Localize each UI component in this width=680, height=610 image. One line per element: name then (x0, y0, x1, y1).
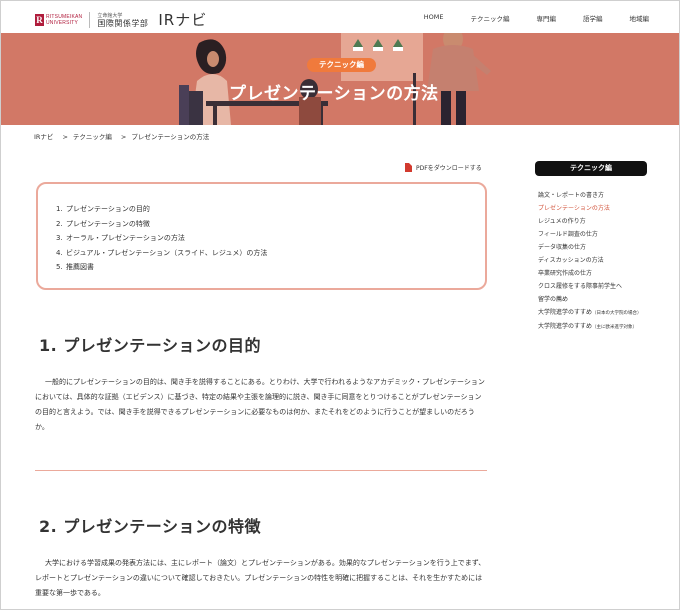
nav-region[interactable]: 地域編 (630, 13, 650, 23)
toc-number: 4. (56, 248, 63, 257)
sidebar-item-label: レジュメの作り方 (538, 218, 586, 225)
site-name: IRナビ (158, 11, 208, 29)
toc-label: ビジュアル・プレゼンテーション（スライド、レジュメ）の方法 (66, 248, 268, 257)
sidebar-heading: テクニック編 (535, 161, 647, 176)
sidebar-item-label: データ収集の仕方 (538, 244, 587, 251)
site-header: R RITSUMEIKAN UNIVERSITY 立命館大学 国際関係学部 IR… (1, 1, 679, 33)
toc-item[interactable]: 5. 推薦図書 (56, 260, 485, 275)
toc-number: 2. (56, 219, 63, 228)
logo-divider (89, 11, 91, 28)
sidebar-item[interactable]: 大学院進学のすすめ（主に欧米進学対象） (538, 320, 650, 334)
sidebar-item[interactable]: データ収集の仕方 (538, 241, 650, 254)
section-heading-features: 2. プレゼンテーションの特徴 (39, 517, 261, 536)
sidebar-item-active[interactable]: プレゼンテーションの方法 (538, 202, 650, 215)
breadcrumb-current: プレゼンテーションの方法 (131, 133, 210, 141)
breadcrumb-separator: > (120, 133, 127, 141)
sidebar-item-label: 卒業研究作成の仕方 (538, 270, 593, 277)
site-logo[interactable]: R RITSUMEIKAN UNIVERSITY 立命館大学 国際関係学部 IR… (35, 9, 207, 30)
nav-technique[interactable]: テクニック編 (471, 13, 510, 23)
hero-banner: テクニック編 プレゼンテーションの方法 (1, 33, 679, 125)
ritsumeikan-logo: R RITSUMEIKAN UNIVERSITY (35, 13, 82, 26)
faculty-name: 国際関係学部 (97, 18, 149, 28)
toc-item[interactable]: 1. プレゼンテーションの目的 (56, 202, 485, 217)
ritsumeikan-r-icon: R (35, 13, 44, 26)
toc-label: 推薦図書 (66, 263, 94, 271)
toc-label: オーラル・プレゼンテーションの方法 (66, 234, 185, 242)
page-title: プレゼンテーションの方法 (229, 84, 439, 104)
sidebar-item[interactable]: 論文・レポートの書き方 (538, 189, 650, 202)
section-divider (35, 470, 487, 471)
section-body-purpose: 一般的にプレゼンテーションの目的は、聞き手を説得することにある。とりわけ、大学で… (35, 378, 485, 431)
toc-item[interactable]: 4. ビジュアル・プレゼンテーション（スライド、レジュメ）の方法 (56, 246, 485, 261)
nav-home[interactable]: HOME (424, 13, 444, 23)
brand-en-line2: UNIVERSITY (46, 19, 79, 26)
pdf-download-label: PDFをダウンロードする (416, 165, 482, 172)
breadcrumb: IRナビ > テクニック編 > プレゼンテーションの方法 (34, 131, 213, 141)
toc-label: プレゼンテーションの目的 (66, 205, 150, 213)
sidebar-item-label: ディスカッションの方法 (538, 257, 604, 264)
sidebar-item-label: フィールド調査の仕方 (538, 231, 598, 238)
table-of-contents: 1. プレゼンテーションの目的 2. プレゼンテーションの特徴 3. オーラル・プレゼ… (36, 182, 487, 290)
page-frame: R RITSUMEIKAN UNIVERSITY 立命館大学 国際関係学部 IR… (0, 0, 680, 610)
toc-item[interactable]: 2. プレゼンテーションの特徴 (56, 217, 485, 232)
sidebar-item-label: クロス履修をする際事前学生へ (538, 283, 623, 290)
breadcrumb-home[interactable]: IRナビ (34, 133, 53, 141)
sidebar-list: 論文・レポートの書き方 プレゼンテーションの方法 レジュメの作り方 フィールド調… (538, 189, 650, 334)
sidebar-item-note: （日本の大学院の場合） (592, 311, 642, 316)
sidebar-item[interactable]: レジュメの作り方 (538, 215, 650, 228)
breadcrumb-separator: > (62, 133, 68, 141)
pdf-icon (405, 163, 412, 172)
toc-number: 5. (56, 263, 63, 271)
sidebar-item[interactable]: クロス履修をする際事前学生へ (538, 280, 650, 293)
main-nav: HOME テクニック編 専門編 語学編 地域編 (397, 13, 649, 23)
sidebar-item-label: 論文・レポートの書き方 (538, 192, 605, 199)
nav-language[interactable]: 語学編 (583, 13, 603, 23)
nav-specialty[interactable]: 専門編 (537, 13, 557, 23)
sidebar-item[interactable]: 大学院進学のすすめ（日本の大学院の場合） (538, 306, 650, 320)
sidebar-item-label: 大学院進学のすすめ (538, 323, 593, 330)
toc-number: 3. (56, 234, 63, 242)
sidebar-item[interactable]: 卒業研究作成の仕方 (538, 267, 650, 280)
toc-label: プレゼンテーションの特徴 (66, 219, 150, 228)
section-body-features: 大学における学習成果の発表方法には、主にレポート（論文）とプレゼンテーションがあ… (35, 559, 486, 597)
toc-item[interactable]: 3. オーラル・プレゼンテーションの方法 (56, 231, 485, 246)
sidebar-item[interactable]: フィールド調査の仕方 (538, 228, 650, 241)
sidebar-item[interactable]: 留学の薦め (538, 293, 650, 306)
toc-number: 1. (56, 205, 63, 213)
sidebar-item-note: （主に欧米進学対象） (592, 325, 638, 330)
section-heading-purpose: 1. プレゼンテーションの目的 (39, 336, 261, 355)
pdf-download-link[interactable]: PDFをダウンロードする (405, 163, 482, 172)
sidebar-item[interactable]: ディスカッションの方法 (538, 254, 650, 267)
breadcrumb-category[interactable]: テクニック編 (73, 133, 112, 141)
sidebar-item-label: 留学の薦め (538, 296, 569, 303)
sidebar-item-label: プレゼンテーションの方法 (538, 205, 610, 212)
sidebar-item-label: 大学院進学のすすめ (538, 309, 593, 316)
category-badge: テクニック編 (307, 58, 376, 72)
